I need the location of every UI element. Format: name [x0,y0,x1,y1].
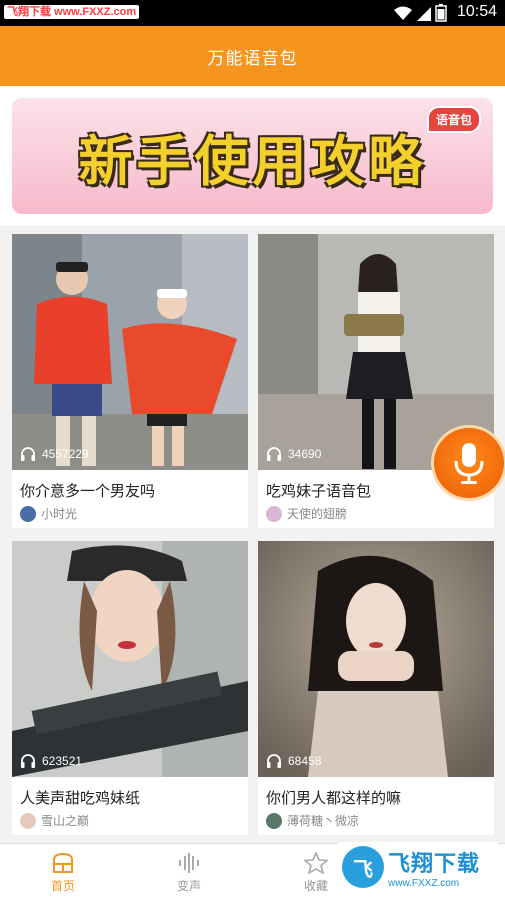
watermark-big: 飞翔下载 [388,850,481,876]
app-header: 万能语音包 [0,26,505,86]
watermark-logo: 飞 飞翔下载 www.FXXZ.com [338,842,498,892]
play-count-value: 623521 [42,753,83,768]
voice-pack-card[interactable]: 623521 人美声甜吃鸡妹纸 雪山之巅 [12,541,248,835]
nav-home[interactable]: 首页 [3,844,123,900]
nav-voice-change[interactable]: 变声 [129,844,249,900]
status-bar: 飞翔下载 www.FXXZ.com 10:54 [0,0,505,26]
signal-icon [417,7,431,21]
banner-section: 新手使用攻略 语音包 [0,86,505,226]
nav-favorites-label: 收藏 [303,878,328,893]
star-icon [304,851,328,874]
sound-wave-icon [179,852,199,873]
card-author: 薄荷糖丶微凉 [266,812,359,829]
microphone-icon [454,443,484,484]
author-avatar [266,505,282,522]
card-author: 天使的翅膀 [266,505,347,522]
play-count: 4557229 [20,446,89,461]
clock: 10:54 [456,3,497,20]
card-thumbnail [12,541,248,777]
nav-home-label: 首页 [50,878,75,893]
card-title: 你们男人都这样的嘛 [266,790,402,807]
play-count: 34690 [266,446,321,461]
play-count: 623521 [20,753,82,768]
author-name: 小时光 [41,507,78,521]
voice-pack-card[interactable]: 4557229 你介意多一个男友吗 小时光 [12,234,248,528]
play-count: 68458 [266,753,321,768]
watermark-emblem: 飞 [342,846,384,888]
record-mic-button[interactable] [434,428,504,498]
author-name: 天使的翅膀 [287,507,348,521]
author-avatar [266,812,282,829]
play-count-value: 68458 [288,753,322,768]
play-count-value: 34690 [288,446,322,461]
banner-badge: 语音包 [426,106,481,133]
page-title: 万能语音包 [207,48,298,68]
battery-icon [435,4,447,22]
status-icons [393,4,447,22]
card-title: 人美声甜吃鸡妹纸 [20,790,141,807]
home-icon [53,852,73,873]
card-author: 雪山之巅 [20,812,89,829]
voice-pack-card[interactable]: 68458 你们男人都这样的嘛 薄荷糖丶微凉 [258,541,494,835]
nav-voice-change-label: 变声 [176,878,201,893]
watermark-top: 飞翔下载 www.FXXZ.com [4,5,140,19]
card-thumbnail [258,541,494,777]
author-avatar [20,812,36,829]
banner-text: 新手使用攻略 [78,131,427,192]
headphones-icon [21,447,35,461]
card-author: 小时光 [20,505,77,522]
watermark-small: www.FXXZ.com [388,877,460,889]
guide-banner[interactable]: 新手使用攻略 语音包 [12,98,493,214]
author-name: 薄荷糖丶微凉 [287,814,360,828]
card-title: 你介意多一个男友吗 [20,483,156,500]
author-name: 雪山之巅 [41,814,90,828]
card-title: 吃鸡妹子语音包 [266,483,372,500]
headphones-icon [21,754,35,768]
play-count-value: 4557229 [42,446,89,461]
card-thumbnail [12,234,248,470]
headphones-icon [267,447,281,461]
headphones-icon [267,754,281,768]
wifi-icon [394,6,412,20]
author-avatar [20,505,36,522]
